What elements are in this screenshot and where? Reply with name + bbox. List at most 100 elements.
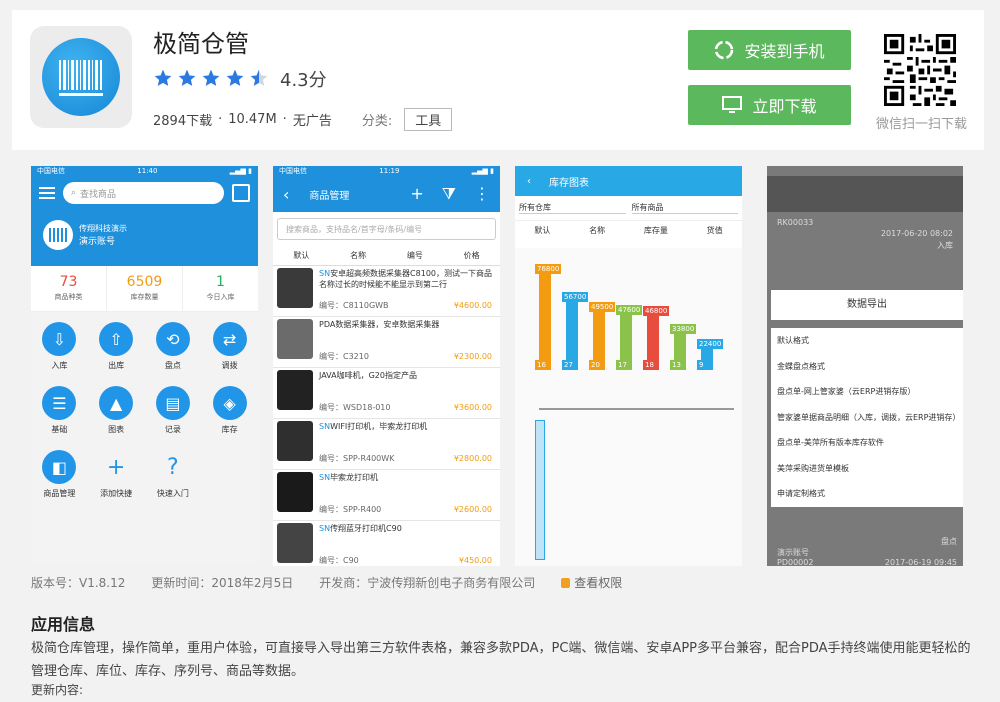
- lock-icon: [561, 577, 571, 588]
- app-icon-container: [30, 26, 132, 128]
- menu-item[interactable]: 美萍采购进货单模板: [771, 456, 963, 482]
- bar-value-label: 76800: [535, 264, 562, 274]
- menu-item[interactable]: 金蝶盘点格式: [771, 354, 963, 380]
- company-logo: [43, 220, 73, 250]
- app-title: 极简仓管: [153, 30, 249, 58]
- back-icon: ‹: [527, 175, 531, 187]
- screenshot-chart[interactable]: ‹ 库存图表 所有仓库 所有商品 默认 名称 库存量 货值 76800 16 56700…: [515, 166, 742, 566]
- version-info-row: 版本号：V1.8.12 更新时间：2018年2月5日 开发商：宁波传翔新创电子商…: [31, 574, 622, 591]
- bar-base-label: 16: [535, 360, 548, 370]
- menu-item[interactable]: 盘点单-美萍所有版本库存软件: [771, 430, 963, 456]
- stats-row: 73 商品种类 6509 库存数量 1 今日入库: [31, 266, 258, 312]
- clock: 11:19: [379, 167, 400, 175]
- col-code: 编号: [406, 251, 423, 260]
- grid-item: ☰ 基础: [31, 382, 88, 446]
- menu-item[interactable]: 默认格式: [771, 328, 963, 354]
- view-permissions-link[interactable]: 查看权限: [561, 574, 622, 591]
- feature-grid: ⇩ 入库 ⇧ 出库 ⟲ 盘点 ⇄ 调拨 ☰ 基础 ▲ 图表 ▤ 记录 ◈ 库存 ◧ 商品管理 + 添…: [31, 312, 258, 566]
- carrier: 中国电信: [37, 167, 65, 175]
- screenshot-home[interactable]: 中国电信 11:40 ▂▄▆ ▮ ⌕ 查找商品 传翔科技演示 演示账号 73 商品种类 …: [31, 166, 258, 566]
- product-thumb: [277, 268, 313, 308]
- bar-value-label: 46800: [643, 306, 670, 316]
- column-headers: 默认 名称 库存量 货值: [534, 226, 723, 235]
- bar-value-label: 56700: [562, 292, 589, 302]
- export-dialog-title: 数据导出: [771, 290, 963, 320]
- account-name: 演示账号: [79, 237, 116, 247]
- half-star-icon: [250, 69, 268, 86]
- menu-item[interactable]: 管家婆单据商品明细（入库，调拨，云ERP进销存）: [771, 405, 963, 431]
- menu-icon: [39, 187, 55, 199]
- search-icon: ⌕: [71, 188, 77, 198]
- download-button-label: 立即下载: [752, 97, 817, 116]
- section-title: 应用信息: [31, 615, 96, 634]
- basics-icon: ☰: [42, 386, 77, 420]
- record-date: 2017-06-20 08:02: [880, 229, 953, 238]
- grid-item: ◧ 商品管理: [31, 446, 88, 510]
- star-icon: [226, 69, 244, 86]
- menu-item[interactable]: 盘点单-网上管家婆（云ERP进销存版）: [771, 379, 963, 405]
- record-id: RK00033: [777, 218, 814, 227]
- company-name: 传翔科技演示: [79, 224, 127, 233]
- update-content-label: 更新内容:: [31, 683, 84, 697]
- stat-label: 今日入库: [206, 293, 235, 301]
- barcode-app-icon: [42, 38, 120, 116]
- record-list-bottom: 盘点 演示账号 PD00002 2017-06-19 09:45: [777, 537, 957, 566]
- chart-icon: ▲: [99, 386, 134, 420]
- install-button-label: 安装到手机: [744, 42, 825, 61]
- bar-base-label: 13: [670, 360, 683, 370]
- app-description: 极简仓库管理，操作简单，重用户体验，可直接导入导出第三方软件表格，兼容多款PDA…: [31, 641, 971, 679]
- download-now-button[interactable]: 立即下载: [688, 85, 851, 125]
- chart-divider: [539, 408, 734, 410]
- stocktake-icon: ⟲: [155, 322, 190, 356]
- install-to-phone-button[interactable]: 安装到手机: [688, 30, 851, 70]
- chart-bar: [539, 264, 551, 370]
- transfer-icon: ⇄: [212, 322, 247, 356]
- bar-value-label: 49500: [589, 302, 616, 312]
- star-icon: [154, 69, 172, 86]
- grid-item: ⇄ 调拨: [201, 318, 258, 382]
- outbound-icon: ⇧: [99, 322, 134, 356]
- grid-item: ⇧ 出库: [88, 318, 145, 382]
- screenshot-export[interactable]: RK00033 2017-06-20 08:02 入库 数据导出 默认格式 金蝶…: [767, 166, 963, 566]
- grid-item: ? 快速入门: [145, 446, 202, 510]
- shopping-bag-icon: ◧: [42, 450, 77, 484]
- product-filter: 所有商品: [631, 202, 738, 214]
- grid-item: ▤ 记录: [145, 382, 202, 446]
- product-thumb: [277, 523, 313, 563]
- menu-item[interactable]: 申请定制格式: [771, 481, 963, 507]
- product-row: JAVA咖啡机，G20指定产品 编号：WSD18-010 ¥3600.00: [273, 368, 500, 419]
- column-headers: 默认 名称 编号 价格: [273, 246, 500, 266]
- product-row: SN安卓超高频数据采集器C8100，测试一下商品名称过长的时候能不能显示到第二行…: [273, 266, 500, 317]
- warehouse-filter: 所有仓库: [519, 202, 626, 214]
- category-tag[interactable]: 工具: [404, 108, 453, 131]
- plus-icon: +: [106, 454, 126, 480]
- back-icon: ‹: [283, 184, 290, 204]
- product-row: SNWIFI打印机，毕索龙打印机 编号：SPP-R400WK ¥2800.00: [273, 419, 500, 470]
- more-icon: ⋮: [474, 184, 490, 203]
- star-icon: [202, 69, 220, 86]
- scan-icon: [232, 184, 250, 202]
- monitor-icon: [722, 96, 743, 113]
- add-icon: +: [410, 184, 424, 203]
- record-list: RK00033 2017-06-20 08:02 入库: [767, 212, 963, 251]
- grid-item: ◈ 库存: [201, 382, 258, 446]
- col-name: 名称: [350, 251, 367, 260]
- bar-base-label: 27: [562, 360, 575, 370]
- export-format-menu: 默认格式 金蝶盘点格式 盘点单-网上管家婆（云ERP进销存版） 管家婆单据商品明…: [771, 328, 963, 507]
- developer: 开发商：宁波传翔新创电子商务有限公司: [319, 576, 536, 590]
- clipboard-icon: ▤: [155, 386, 190, 420]
- chart-bar: [566, 292, 578, 370]
- bar-value-label: 47600: [616, 305, 643, 315]
- inbound-icon: ⇩: [42, 322, 77, 356]
- record-type: 入库: [937, 241, 953, 250]
- version-number: 版本号：V1.8.12: [31, 576, 126, 590]
- layers-icon: ◈: [212, 386, 247, 420]
- update-date: 更新时间：2018年2月5日: [151, 576, 294, 590]
- ads-info: 无广告: [292, 114, 332, 129]
- product-search-box: 搜索商品，支持品名/首字母/条码/编号: [277, 218, 496, 240]
- col-price: 价格: [463, 251, 480, 260]
- screen-title: 商品管理: [309, 190, 350, 202]
- bar-base-label: 17: [616, 360, 629, 370]
- screenshot-products[interactable]: 中国电信 11:19 ▂▄▆ ▮ ‹ 商品管理 + ⧩ ⋮ 搜索商品，支持品名/首字母/…: [273, 166, 500, 566]
- app-size: 10.47M: [228, 112, 277, 127]
